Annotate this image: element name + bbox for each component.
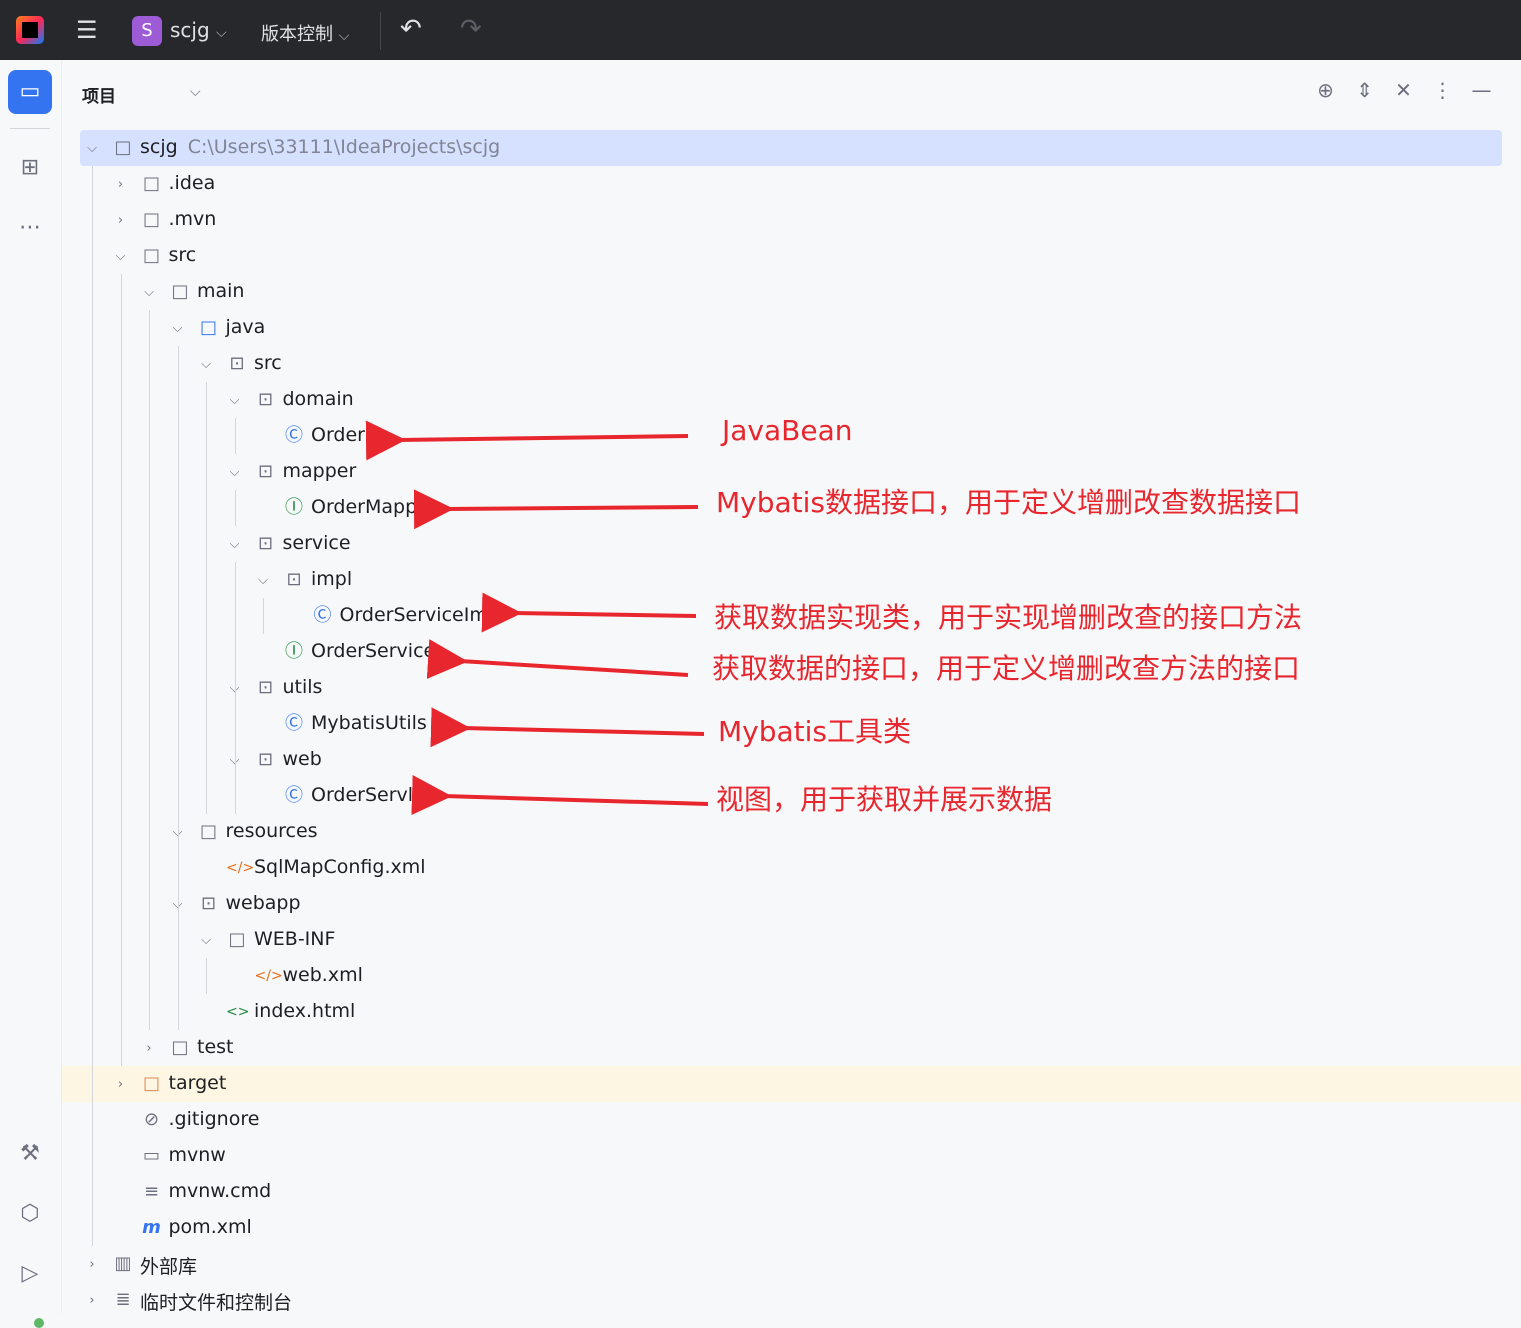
arrow-mybatis-utils [430, 707, 705, 748]
annotation-mybatis-utils: Mybatis工具类 [718, 715, 912, 748]
arrow-order-service [426, 639, 689, 680]
arrow-order-mapper [413, 489, 699, 530]
annotation-order-servlet: 视图，用于获取并展示数据 [716, 783, 1053, 816]
annotation-javabean: JavaBean [722, 414, 853, 447]
arrow-order-servlet [411, 775, 709, 816]
arrow-order-service-impl [481, 592, 697, 633]
run-status-dot [34, 1318, 44, 1328]
annotation-order-service-impl: 获取数据实现类，用于实现增删改查的接口方法 [714, 601, 1303, 634]
annotation-order-service: 获取数据的接口，用于定义增删改查方法的接口 [712, 652, 1301, 685]
annotation-order-mapper: Mybatis数据接口，用于定义增删改查数据接口 [716, 486, 1302, 519]
arrow-order [365, 420, 689, 461]
